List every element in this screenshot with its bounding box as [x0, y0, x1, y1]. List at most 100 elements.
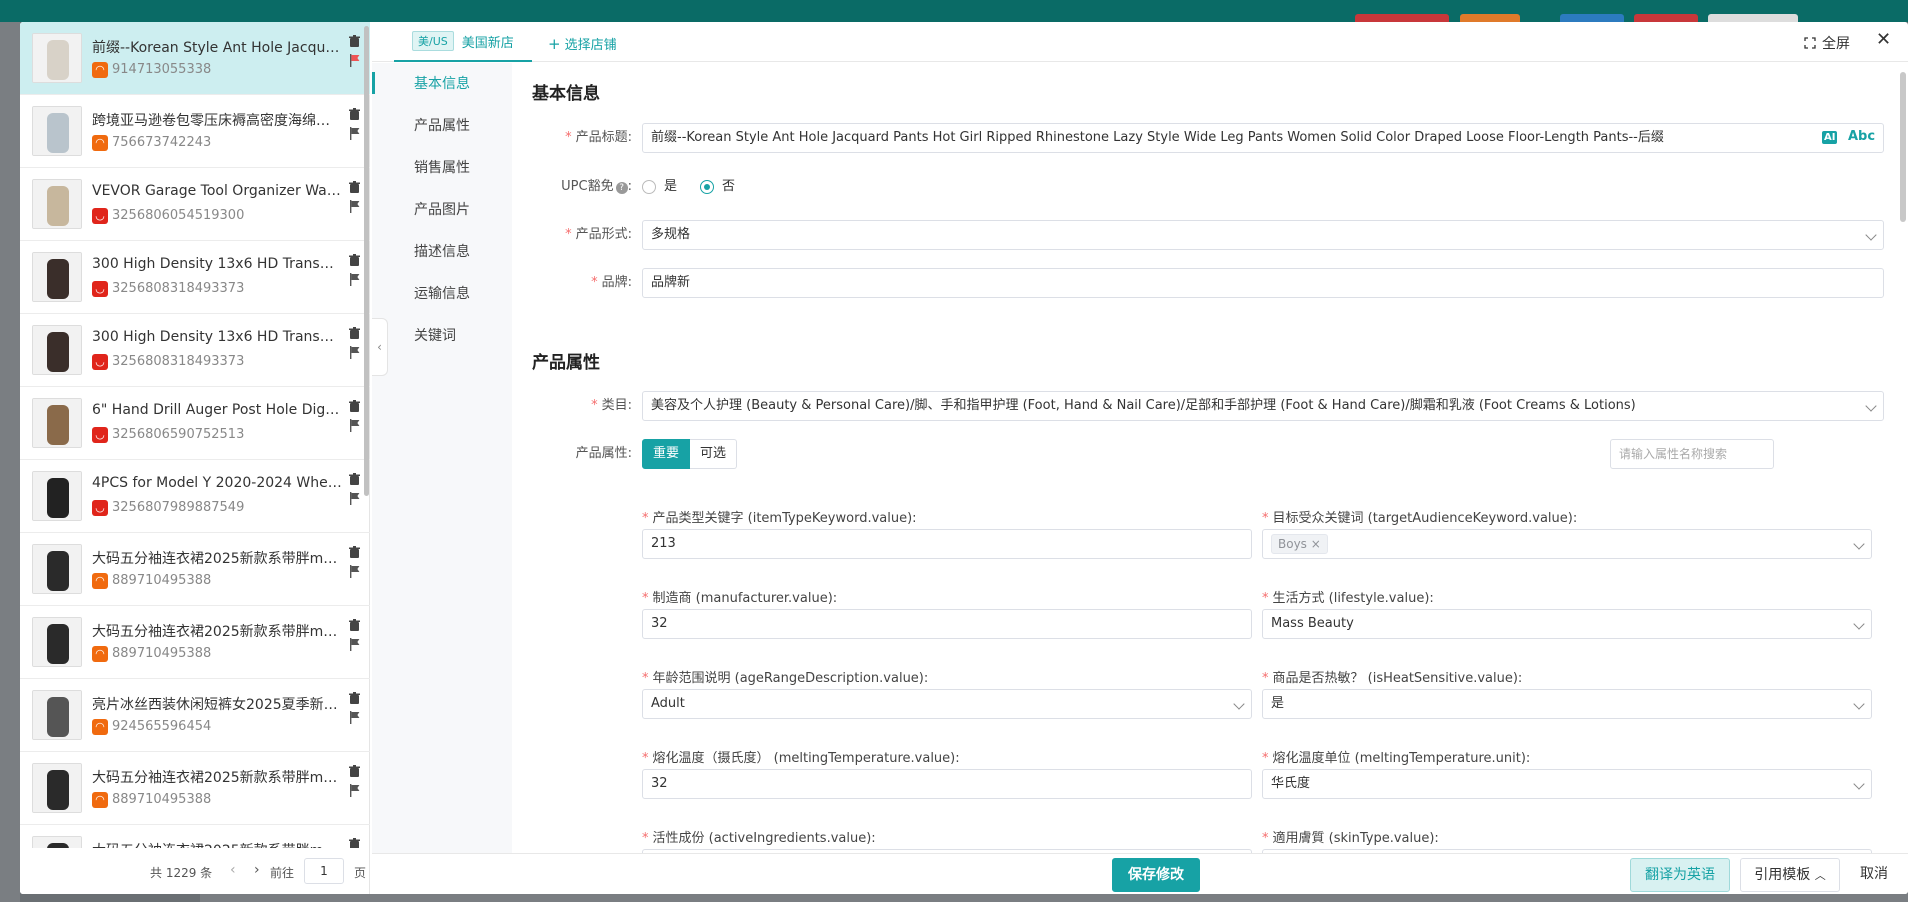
list-item[interactable]: VEVOR Garage Tool Organizer Wall Mount ◡ 3… — [20, 168, 370, 241]
attr-field-label-text: 产品类型关键字 (itemTypeKeyword.value): — [652, 511, 917, 526]
product-thumbnail — [32, 33, 82, 83]
product-id: 889710495388 — [112, 792, 212, 807]
nav-item[interactable]: 产品属性 — [372, 105, 512, 147]
help-icon[interactable]: ? — [615, 182, 628, 194]
product-title-label: * 产品标题: — [565, 130, 632, 145]
trash-icon[interactable] — [348, 327, 361, 340]
collapse-list-toggle[interactable]: ‹ — [372, 318, 388, 376]
chevron-down-icon — [1853, 698, 1865, 710]
trash-icon[interactable] — [348, 619, 361, 632]
product-thumbnail — [32, 325, 82, 375]
list-item[interactable]: 6" Hand Drill Auger Post Hole Digger Bit… — [20, 387, 370, 460]
attr-field-label: * 目标受众关键词 (targetAudienceKeyword.value): — [1262, 511, 1578, 526]
close-icon[interactable]: ✕ — [1876, 31, 1891, 49]
list-item[interactable]: 大码五分袖连衣裙2025新款系带胖mm显瘦 ◠ 889710495388 — [20, 533, 370, 606]
nav-item[interactable]: 基本信息 — [372, 63, 512, 105]
attr-field-input[interactable]: 32 — [642, 769, 1252, 799]
form-scrollbar[interactable] — [1900, 72, 1906, 222]
ai-icon[interactable]: AI — [1822, 131, 1838, 144]
flag-icon[interactable] — [349, 127, 361, 140]
template-button[interactable]: 引用模板 ︿ — [1740, 858, 1840, 892]
attr-field-input[interactable]: 213 — [642, 529, 1252, 559]
list-item[interactable]: 大码五分袖连衣裙2025新款系带胖mm显瘦 ◠ 889710495388 — [20, 606, 370, 679]
list-item[interactable]: 300 High Density 13x6 HD Transparent Lac… — [20, 314, 370, 387]
product-title-input[interactable]: 前缀--Korean Style Ant Hole Jacquard Pants… — [642, 123, 1884, 153]
store-icon: ◠ — [92, 573, 108, 589]
app-left-background — [0, 22, 20, 902]
brand-input[interactable]: 品牌新 — [642, 268, 1884, 298]
toggle-optional[interactable]: 可选 — [690, 439, 738, 469]
flag-icon[interactable] — [349, 638, 361, 651]
trash-icon[interactable] — [348, 254, 361, 267]
row-product-title: * 产品标题: 前缀--Korean Style Ant Hole Jacquar… — [532, 123, 1884, 157]
list-item[interactable]: 亮片冰丝西装休闲短裤女2025夏季新款高腰 ◠ 924565596454 — [20, 679, 370, 752]
trash-icon[interactable] — [348, 838, 361, 848]
attr-field-input[interactable]: Boys × — [1262, 529, 1872, 559]
product-title: 300 High Density 13x6 HD Transparent Lac… — [92, 329, 342, 345]
list-item[interactable]: 大码五分袖连衣裙2025新款系带胖mm显瘦 ◠ 889710495388 — [20, 752, 370, 825]
tab-shop-us[interactable]: 美/US 美国新店 — [394, 22, 532, 62]
list-item[interactable]: 大码五分袖连衣裙2025新款系带胖mm显瘦◠ — [20, 825, 370, 848]
product-title: VEVOR Garage Tool Organizer Wall Mount — [92, 183, 342, 199]
trash-icon[interactable] — [348, 765, 361, 778]
list-item[interactable]: 300 High Density 13x6 HD Transparent Lac… — [20, 241, 370, 314]
tag-close-icon[interactable]: × — [1311, 537, 1321, 551]
product-id: 3256808318493373 — [112, 354, 245, 369]
product-thumbnail — [32, 690, 82, 740]
attr-field-input[interactable]: Adult — [642, 689, 1252, 719]
flag-icon[interactable] — [349, 711, 361, 724]
product-title-label-text: 产品标题: — [575, 130, 632, 145]
product-id: 3256806590752513 — [112, 427, 245, 442]
list-item[interactable]: 前缀--Korean Style Ant Hole Jacquard Pants… — [20, 22, 370, 95]
list-item[interactable]: 跨境亚马逊卷包零压床褥高密度海绵床垫 ◠ 756673742243 — [20, 95, 370, 168]
flag-icon[interactable] — [349, 565, 361, 578]
trash-icon[interactable] — [348, 181, 361, 194]
flag-icon[interactable] — [349, 492, 361, 505]
attr-field-input[interactable]: 是 — [1262, 689, 1872, 719]
flag-icon[interactable] — [349, 784, 361, 797]
next-page-icon[interactable]: › — [254, 862, 260, 878]
select-shop-button[interactable]: + 选择店铺 — [548, 34, 617, 54]
prev-page-icon[interactable]: ‹ — [230, 862, 236, 878]
attr-field-input[interactable]: 32 — [642, 609, 1252, 639]
category-select[interactable]: 美容及个人护理 (Beauty & Personal Care)/脚、手和指甲护… — [642, 391, 1884, 421]
trash-icon[interactable] — [348, 692, 361, 705]
attr-search-input[interactable]: 请输入属性名称搜索 — [1610, 439, 1774, 469]
flag-icon[interactable] — [349, 273, 361, 286]
product-form-select[interactable]: 多规格 — [642, 220, 1884, 250]
nav-item[interactable]: 产品图片 — [372, 189, 512, 231]
shop-region-badge: 美/US — [412, 31, 454, 51]
product-list[interactable]: 前缀--Korean Style Ant Hole Jacquard Pants… — [20, 22, 370, 848]
cancel-button[interactable]: 取消 — [1850, 858, 1898, 892]
product-id: 3256806054519300 — [112, 208, 245, 223]
nav-item[interactable]: 关键词 — [372, 315, 512, 357]
save-button[interactable]: 保存修改 — [1112, 858, 1200, 892]
product-list-scrollbar[interactable] — [364, 26, 369, 496]
trash-icon[interactable] — [348, 108, 361, 121]
nav-item[interactable]: 运输信息 — [372, 273, 512, 315]
fullscreen-label: 全屏 — [1822, 36, 1850, 52]
nav-item[interactable]: 销售属性 — [372, 147, 512, 189]
attr-field-label-text: 制造商 (manufacturer.value): — [652, 591, 838, 606]
upc-no-radio[interactable] — [700, 180, 714, 194]
attr-field-input[interactable]: Mass Beauty — [1262, 609, 1872, 639]
trash-icon[interactable] — [348, 473, 361, 486]
pager-page-input[interactable]: 1 — [304, 858, 344, 884]
upc-yes-radio[interactable] — [642, 180, 656, 194]
attr-field-input[interactable]: 华氏度 — [1262, 769, 1872, 799]
list-item[interactable]: 4PCS for Model Y 2020-2024 Wheel Cover ◡ 3… — [20, 460, 370, 533]
toggle-important[interactable]: 重要 — [642, 439, 691, 469]
abc-icon[interactable]: Abc — [1848, 129, 1875, 144]
tag-text: Boys — [1278, 537, 1307, 551]
flag-icon[interactable] — [349, 200, 361, 213]
flag-icon[interactable] — [349, 54, 361, 67]
flag-icon[interactable] — [349, 346, 361, 359]
translate-button[interactable]: 翻译为英语 — [1630, 858, 1730, 892]
nav-item[interactable]: 描述信息 — [372, 231, 512, 273]
pager-total: 共 1229 条 — [150, 866, 213, 880]
flag-icon[interactable] — [349, 419, 361, 432]
trash-icon[interactable] — [348, 400, 361, 413]
trash-icon[interactable] — [348, 35, 361, 48]
fullscreen-button[interactable]: 全屏 — [1804, 33, 1850, 53]
trash-icon[interactable] — [348, 546, 361, 559]
